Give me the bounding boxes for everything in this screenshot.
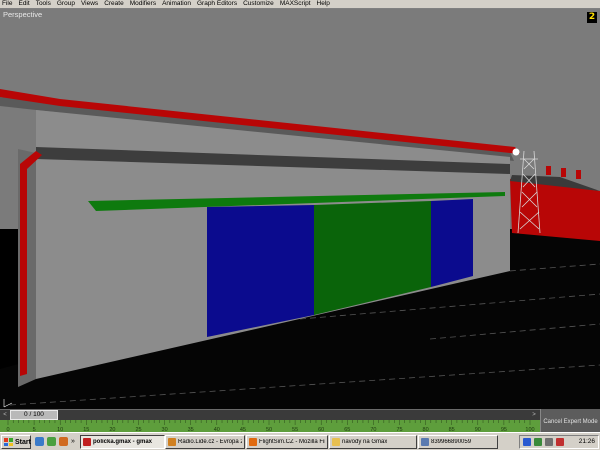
light-globe xyxy=(512,148,520,156)
tray-clock: 21:26 xyxy=(578,438,595,445)
menu-maxscript[interactable]: MAXScript xyxy=(277,0,314,8)
door-blue-right xyxy=(431,199,473,287)
viewport-nav-button[interactable]: 2 xyxy=(587,12,597,23)
menu-help[interactable]: Help xyxy=(314,0,333,8)
quicklaunch-desktop-icon[interactable] xyxy=(47,437,56,446)
menu-file[interactable]: File xyxy=(0,0,15,8)
folder-icon xyxy=(332,438,340,446)
menu-animation[interactable]: Animation xyxy=(159,0,194,8)
door-blue-left xyxy=(207,205,314,337)
track-bar-ruler: 0 5 10 15 20 25 30 35 40 45 50 55 60 65 70 75 80 85 90 95 10… xyxy=(6,420,535,432)
document-icon xyxy=(421,438,429,446)
windows-taskbar: Start » policka.gmax - gmax Rádio.Lidé.c… xyxy=(0,432,600,450)
chimney-1 xyxy=(546,166,551,175)
chimney-2 xyxy=(561,168,566,177)
task-button-document[interactable]: 839966890059 xyxy=(418,435,498,449)
time-slider[interactable]: < 0 / 100 > xyxy=(0,409,540,420)
task-label: navody na Gmax xyxy=(342,439,388,445)
firefox-icon xyxy=(249,438,257,446)
time-slider-thumb[interactable]: 0 / 100 xyxy=(10,410,58,420)
gmax-icon xyxy=(83,438,91,446)
menu-views[interactable]: Views xyxy=(78,0,101,8)
task-button-folder[interactable]: navody na Gmax xyxy=(329,435,417,449)
task-label: FlightSim.CZ - Mozilla Fir... xyxy=(259,439,325,445)
time-slider-next-button[interactable]: > xyxy=(530,411,538,419)
start-button[interactable]: Start xyxy=(1,435,31,449)
tray-network-icon[interactable] xyxy=(534,438,542,446)
perspective-viewport[interactable]: Perspective 2 xyxy=(0,9,600,409)
windows-logo-icon xyxy=(4,438,13,446)
system-tray: 21:26 xyxy=(519,435,599,449)
tray-volume-icon[interactable] xyxy=(545,438,553,446)
expert-mode-panel: Cancel Expert Mode xyxy=(540,409,600,432)
quicklaunch-more-chevron-icon[interactable]: » xyxy=(71,436,77,447)
task-label: Rádio.Lidé.cz - Evropa 2 ... xyxy=(178,439,242,445)
menu-modifiers[interactable]: Modifiers xyxy=(127,0,159,8)
task-label: policka.gmax - gmax xyxy=(93,439,153,445)
task-button-firefox[interactable]: FlightSim.CZ - Mozilla Fir... xyxy=(246,435,328,449)
menu-create[interactable]: Create xyxy=(101,0,127,8)
menu-edit[interactable]: Edit xyxy=(15,0,32,8)
viewport-scene xyxy=(0,9,600,409)
task-label: 839966890059 xyxy=(431,439,472,445)
viewport-label[interactable]: Perspective xyxy=(3,10,42,19)
time-slider-prev-button[interactable]: < xyxy=(1,411,9,419)
tray-language-icon[interactable] xyxy=(523,438,531,446)
quicklaunch-media-icon[interactable] xyxy=(59,437,68,446)
menu-customize[interactable]: Customize xyxy=(240,0,277,8)
track-bar[interactable]: 0 5 10 15 20 25 30 35 40 45 50 55 60 65 70 75 80 85 90 95 10… xyxy=(0,420,540,432)
task-button-radio[interactable]: Rádio.Lidé.cz - Evropa 2 ... xyxy=(165,435,245,449)
menu-group[interactable]: Group xyxy=(54,0,78,8)
track-bar-ticks: 0 5 10 15 20 25 30 35 40 45 50 55 60 65 70 75 80 85 90 95 10… xyxy=(6,420,535,432)
quicklaunch-browser-icon[interactable] xyxy=(35,437,44,446)
cancel-expert-mode-button[interactable]: Cancel Expert Mode xyxy=(542,417,599,428)
menu-graph-editors[interactable]: Graph Editors xyxy=(194,0,240,8)
start-label: Start xyxy=(15,438,31,446)
radio-icon xyxy=(168,438,176,446)
chimney-3 xyxy=(576,170,581,179)
task-button-gmax[interactable]: policka.gmax - gmax xyxy=(80,435,165,449)
menu-bar: File Edit Tools Group Views Create Modif… xyxy=(0,0,600,9)
menu-tools[interactable]: Tools xyxy=(33,0,54,8)
tray-security-icon[interactable] xyxy=(556,438,564,446)
